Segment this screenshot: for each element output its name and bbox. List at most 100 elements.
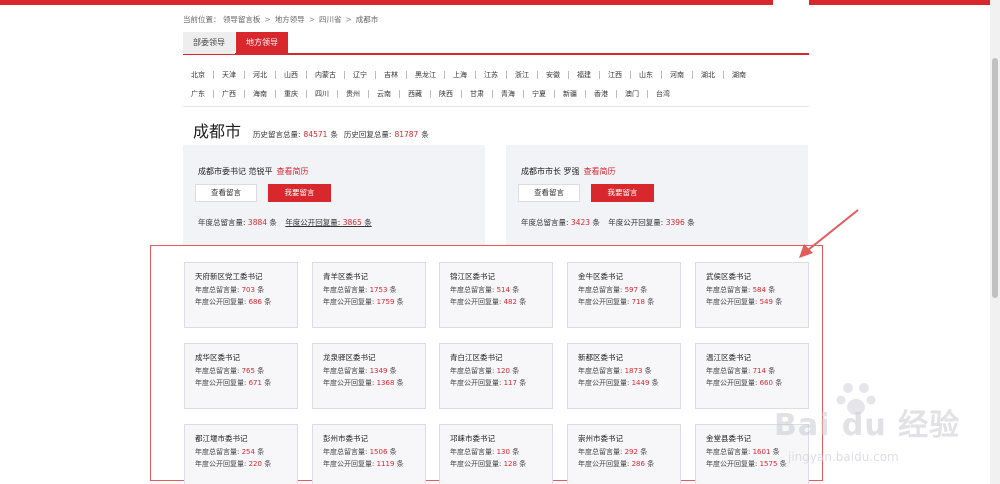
district-leader-name: 武侯区委书记 — [706, 272, 751, 281]
province-link[interactable]: 甘肃 — [462, 89, 493, 98]
province-link[interactable]: 吉林 — [376, 70, 407, 79]
district-card[interactable]: 崇州市委书记 年度总留言量: 292 条年度公开回复量: 286 条 — [567, 424, 681, 484]
province-link[interactable]: 河北 — [245, 70, 276, 79]
district-reply-row: 年度公开回复量: 1119 条 — [323, 459, 404, 469]
province-link[interactable]: 浙江 — [507, 70, 538, 79]
province-link[interactable]: 云南 — [369, 89, 400, 98]
district-reply-row: 年度公开回复量: 718 条 — [578, 297, 654, 307]
view-messages-button[interactable]: 查看留言 — [195, 184, 257, 202]
district-card[interactable]: 彭州市委书记年度总留言量: 1506 条年度公开回复量: 1119 条 — [312, 424, 426, 484]
district-reply-label: 年度公开回复量: — [578, 379, 630, 387]
year-reply-link[interactable]: 年度公开回复量: 3865 条 — [285, 218, 371, 227]
province-link[interactable]: 香港 — [586, 89, 617, 98]
province-link[interactable]: 福建 — [569, 70, 600, 79]
leader-name: 成都市委书记 范锐平 — [198, 167, 273, 176]
province-link[interactable]: 北京 — [183, 70, 214, 79]
district-leader-name: 彭州市委书记 — [323, 434, 368, 443]
district-card[interactable]: 青白江区委书记 年度总留言量: 120 条年度公开回复量: 117 条 — [439, 343, 553, 409]
province-link[interactable]: 海南 — [245, 89, 276, 98]
province-link[interactable]: 上海 — [445, 70, 476, 79]
province-link[interactable]: 青海 — [493, 89, 524, 98]
district-reply-unit: 条 — [519, 460, 527, 468]
district-reply-unit: 条 — [647, 298, 655, 306]
breadcrumb-item[interactable]: 四川省 — [319, 15, 342, 24]
district-reply-unit: 条 — [264, 460, 272, 468]
province-link[interactable]: 台湾 — [648, 90, 678, 98]
province-link[interactable]: 西藏 — [400, 89, 431, 98]
district-reply-value: 1449 — [631, 379, 650, 387]
province-link[interactable]: 澳门 — [617, 89, 648, 98]
district-total-value: 120 — [496, 367, 510, 375]
district-reply-row: 年度公开回复量: 686 条 — [195, 297, 271, 307]
district-card[interactable]: 新都区委书记 年度总留言量: 1873 条年度公开回复量: 1449 条 — [567, 343, 681, 409]
write-message-button[interactable]: 我要留言 — [591, 184, 654, 202]
tab-local-leaders[interactable]: 地方领导 — [236, 32, 288, 54]
district-reply-unit: 条 — [647, 460, 655, 468]
province-link[interactable]: 内蒙古 — [307, 70, 345, 79]
year-reply-label: 年度公开回复量: — [608, 218, 664, 227]
province-link[interactable]: 天津 — [214, 70, 245, 79]
district-reply-label: 年度公开回复量: — [450, 379, 502, 387]
district-reply-row: 年度公开回复量: 1449 条 — [578, 378, 659, 388]
province-link[interactable]: 四川 — [307, 89, 338, 98]
district-card[interactable]: 邛崃市委书记 年度总留言量: 130 条年度公开回复量: 128 条 — [439, 424, 553, 484]
district-total-unit: 条 — [644, 367, 652, 375]
province-link[interactable]: 贵州 — [338, 89, 369, 98]
district-total-value: 130 — [496, 448, 510, 456]
province-link[interactable]: 广西 — [214, 89, 245, 98]
province-link[interactable]: 山东 — [631, 70, 662, 79]
province-link[interactable]: 江西 — [600, 70, 631, 79]
province-row: 北京 天津 河北 山西 内蒙古 辽宁 吉林 黑龙江 上海 江苏 浙江 安徽 福建 江西 山东 河南 湖北 湖南 — [183, 65, 809, 84]
province-link[interactable]: 新疆 — [555, 89, 586, 98]
district-reply-row: 年度公开回复量: 117 条 — [450, 378, 526, 388]
year-total-label: 年度总留言量: — [198, 218, 246, 227]
province-link[interactable]: 江苏 — [476, 70, 507, 79]
district-total-row: 年度总留言量: 1506 条 — [323, 447, 397, 457]
province-link[interactable]: 湖北 — [693, 70, 724, 79]
province-link[interactable]: 重庆 — [276, 89, 307, 98]
history-total-unit: 条 — [330, 130, 338, 139]
district-total-value: 765 — [241, 367, 255, 375]
district-total-label: 年度总留言量: — [323, 448, 368, 456]
district-reply-row: 年度公开回复量: 286 条 — [578, 459, 654, 469]
district-card[interactable]: 都江堰市委书记 年度总留言量: 254 条年度公开回复量: 220 条 — [184, 424, 298, 484]
province-link[interactable]: 安徽 — [538, 70, 569, 79]
leader-yearly-stats: 年度总留言量: 3423 条 年度公开回复量: 3396 条 — [521, 217, 695, 228]
tab-ministry-leaders[interactable]: 部委领导 — [183, 32, 235, 54]
district-reply-value: 718 — [631, 298, 645, 306]
district-total-label: 年度总留言量: — [578, 367, 623, 375]
view-resume-link[interactable]: 查看简历 — [277, 167, 309, 176]
district-card[interactable]: 锦江区委书记 年度总留言量: 514 条年度公开回复量: 482 条 — [439, 262, 553, 328]
province-link[interactable]: 山西 — [276, 70, 307, 79]
district-total-unit: 条 — [512, 286, 520, 294]
district-card[interactable]: 天府新区党工委书记 年度总留言量: 703 条年度公开回复量: 686 条 — [184, 262, 298, 328]
district-reply-unit: 条 — [651, 379, 659, 387]
province-link[interactable]: 宁夏 — [524, 89, 555, 98]
district-reply-label: 年度公开回复量: — [323, 460, 375, 468]
year-reply-value: 3396 — [665, 218, 685, 227]
province-link[interactable]: 广东 — [183, 89, 214, 98]
district-total-unit: 条 — [389, 286, 397, 294]
province-link[interactable]: 河南 — [662, 70, 693, 79]
province-list: 北京 天津 河北 山西 内蒙古 辽宁 吉林 黑龙江 上海 江苏 浙江 安徽 福建 江西 山东 河南 湖北 湖南 广… — [183, 65, 809, 103]
province-link[interactable]: 湖南 — [724, 71, 754, 79]
district-reply-row: 年度公开回复量: 1759 条 — [323, 297, 404, 307]
write-message-button[interactable]: 我要留言 — [268, 184, 331, 202]
district-card[interactable]: 龙泉驿区委书记 年度总留言量: 1349 条年度公开回复量: 1368 条 — [312, 343, 426, 409]
district-card[interactable]: 青羊区委书记 年度总留言量: 1753 条年度公开回复量: 1759 条 — [312, 262, 426, 328]
district-card[interactable]: 金牛区委书记 年度总留言量: 597 条年度公开回复量: 718 条 — [567, 262, 681, 328]
leader-name: 成都市市长 罗强 — [521, 167, 580, 176]
district-card[interactable]: 武侯区委书记 年度总留言量: 584 条年度公开回复量: 549 条 — [695, 262, 809, 328]
history-total-label: 历史留言总量: — [253, 130, 301, 139]
province-link[interactable]: 黑龙江 — [407, 70, 445, 79]
province-link[interactable]: 陕西 — [431, 89, 462, 98]
page-scrollbar[interactable] — [990, 0, 1000, 484]
district-reply-unit: 条 — [396, 460, 404, 468]
province-link[interactable]: 辽宁 — [345, 70, 376, 79]
breadcrumb-item[interactable]: 地方领导 — [275, 15, 305, 24]
view-messages-button[interactable]: 查看留言 — [518, 184, 580, 202]
view-resume-link[interactable]: 查看简历 — [584, 167, 616, 176]
scrollbar-thumb[interactable] — [992, 58, 998, 298]
district-card[interactable]: 成华区委书记 年度总留言量: 765 条年度公开回复量: 671 条 — [184, 343, 298, 409]
breadcrumb-item[interactable]: 领导留言板 — [223, 15, 261, 24]
